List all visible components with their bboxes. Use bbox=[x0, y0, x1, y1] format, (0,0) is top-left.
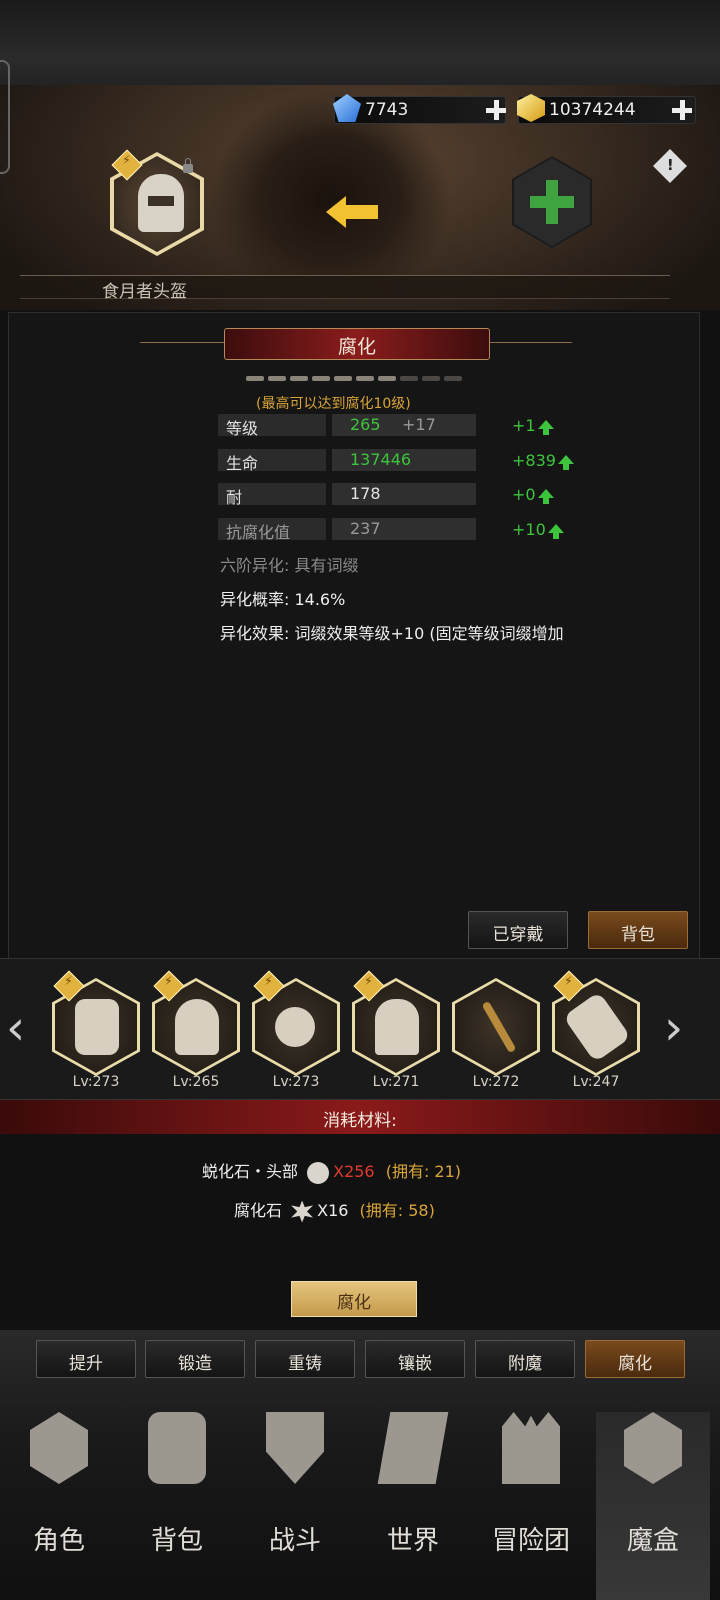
material-owned: (拥有: 58) bbox=[359, 1201, 435, 1220]
corrupt-action-button[interactable]: 腐化 bbox=[291, 1281, 417, 1317]
helmet-icon bbox=[175, 999, 219, 1055]
castle-icon bbox=[502, 1412, 560, 1484]
knight-helmet-icon bbox=[30, 1412, 88, 1484]
progress-segment bbox=[356, 376, 374, 381]
tab-forge[interactable]: 锻造 bbox=[145, 1340, 245, 1378]
add-gems-plus-icon[interactable] bbox=[485, 99, 507, 121]
add-gold-plus-icon[interactable] bbox=[671, 99, 693, 121]
stat-increase-durability: +0 bbox=[512, 485, 554, 504]
helmet-icon bbox=[138, 174, 184, 232]
progress-segment bbox=[246, 376, 264, 381]
shield-sword-icon bbox=[266, 1412, 324, 1484]
stat-label: 等级 bbox=[226, 419, 259, 438]
up-arrow-icon bbox=[537, 420, 554, 435]
cloak-icon bbox=[375, 999, 419, 1055]
nav-backpack[interactable]: 背包 bbox=[120, 1412, 234, 1600]
nav-battle[interactable]: 战斗 bbox=[238, 1412, 352, 1600]
max-level-note: (最高可以达到腐化10级) bbox=[256, 396, 411, 412]
material-owned: (拥有: 21) bbox=[385, 1162, 462, 1181]
progress-segment bbox=[268, 376, 286, 381]
gold-amount: 10374244 bbox=[549, 100, 636, 120]
magic-cube-icon bbox=[624, 1412, 682, 1484]
progress-segment bbox=[400, 376, 418, 381]
progress-segment bbox=[378, 376, 396, 381]
up-arrow-icon bbox=[537, 489, 554, 504]
progress-segment bbox=[422, 376, 440, 381]
stat-value: 178 bbox=[350, 484, 381, 503]
bag-button[interactable]: 背包 bbox=[588, 911, 688, 949]
material-row: 腐化石 X16 (拥有: 58) bbox=[234, 1197, 435, 1223]
material-name: 蜕化石・头部 bbox=[202, 1162, 299, 1181]
tab-inlay[interactable]: 镶嵌 bbox=[365, 1340, 465, 1378]
title-ornament-right bbox=[488, 342, 572, 343]
side-handle[interactable] bbox=[0, 60, 10, 174]
progress-segment bbox=[334, 376, 352, 381]
material-qty: X16 bbox=[317, 1201, 349, 1220]
gauntlet-icon bbox=[562, 991, 632, 1063]
up-arrow-icon bbox=[547, 524, 564, 539]
equipment-level: Lv:247 bbox=[572, 1074, 620, 1090]
mutation-tier: 六阶异化: 具有词缀 bbox=[220, 556, 359, 575]
material-name: 腐化石 bbox=[234, 1201, 283, 1220]
progress-segment bbox=[312, 376, 330, 381]
progress-segment bbox=[290, 376, 308, 381]
blue-gem-icon bbox=[333, 94, 361, 122]
stat-label: 生命 bbox=[226, 454, 259, 473]
top-band bbox=[0, 0, 720, 85]
up-arrow-icon bbox=[557, 455, 574, 470]
tab-corrupt[interactable]: 腐化 bbox=[585, 1340, 685, 1378]
title-ornament-left bbox=[140, 342, 224, 343]
nav-world[interactable]: 世界 bbox=[356, 1412, 470, 1600]
gold-counter: 10374244 bbox=[517, 94, 696, 124]
stat-increase-hp: +839 bbox=[512, 451, 574, 470]
staff-icon bbox=[481, 1000, 517, 1054]
equipped-button[interactable]: 已穿戴 bbox=[468, 911, 568, 949]
stat-label: 耐 bbox=[226, 488, 243, 507]
backpack-icon bbox=[148, 1412, 206, 1484]
panel-title: 腐化 bbox=[337, 336, 376, 358]
progress-segment bbox=[444, 376, 462, 381]
beads-icon bbox=[275, 1007, 315, 1047]
tab-reforge[interactable]: 重铸 bbox=[255, 1340, 355, 1378]
gem-counter: 7743 bbox=[333, 94, 507, 124]
material-row: 蜕化石・头部 X256 (拥有: 21) bbox=[202, 1158, 461, 1184]
tab-upgrade[interactable]: 提升 bbox=[36, 1340, 136, 1378]
left-arrow-icon bbox=[326, 196, 378, 228]
stat-increase-corruption-resist: +10 bbox=[512, 520, 564, 539]
map-scroll-icon bbox=[377, 1412, 449, 1484]
equipment-level: Lv:265 bbox=[172, 1074, 220, 1090]
equipment-level: Lv:273 bbox=[72, 1074, 120, 1090]
pants-icon bbox=[75, 999, 119, 1055]
stat-value: 237 bbox=[350, 519, 381, 538]
stat-label: 抗腐化值 bbox=[226, 523, 291, 542]
nav-guild[interactable]: 冒险团 bbox=[474, 1412, 588, 1600]
stat-value: 265 bbox=[350, 415, 381, 434]
item-name: 食月者头盔 bbox=[102, 282, 187, 302]
panel-title-bar: 腐化 bbox=[224, 328, 490, 360]
lock-icon bbox=[183, 158, 193, 173]
equipment-level: Lv:273 bbox=[272, 1074, 320, 1090]
gem-amount: 7743 bbox=[365, 100, 409, 120]
nav-character[interactable]: 角色 bbox=[2, 1412, 116, 1600]
consumables-header: 消耗材料: bbox=[0, 1100, 720, 1134]
stat-row-hp: 生命 137446 bbox=[218, 449, 476, 473]
stat-bonus: +17 bbox=[402, 415, 436, 434]
mutation-rate: 异化概率: 14.6% bbox=[220, 590, 346, 609]
stat-value: 137446 bbox=[350, 450, 412, 469]
nav-magic-box[interactable]: 魔盒 bbox=[596, 1412, 710, 1600]
equipment-level: Lv:272 bbox=[472, 1074, 520, 1090]
material-qty: X256 bbox=[333, 1162, 375, 1181]
mutation-effect: 异化效果: 词缀效果等级+10 (固定等级词缀增加 bbox=[220, 624, 564, 643]
stat-increase-level: +1 bbox=[512, 416, 554, 435]
chevron-right-icon[interactable]: › bbox=[664, 1000, 683, 1056]
stat-row-durability: 耐 178 bbox=[218, 483, 476, 507]
tab-enchant[interactable]: 附魔 bbox=[475, 1340, 575, 1378]
chevron-left-icon[interactable]: ‹ bbox=[6, 1000, 25, 1056]
stat-row-corruption-resist: 抗腐化值 237 bbox=[218, 518, 476, 542]
equipment-level: Lv:271 bbox=[372, 1074, 420, 1090]
spiky-stone-icon bbox=[291, 1200, 314, 1223]
stone-icon bbox=[307, 1161, 330, 1184]
stat-row-level: 等级 265 +17 bbox=[218, 414, 476, 438]
gold-coin-icon bbox=[517, 94, 545, 122]
